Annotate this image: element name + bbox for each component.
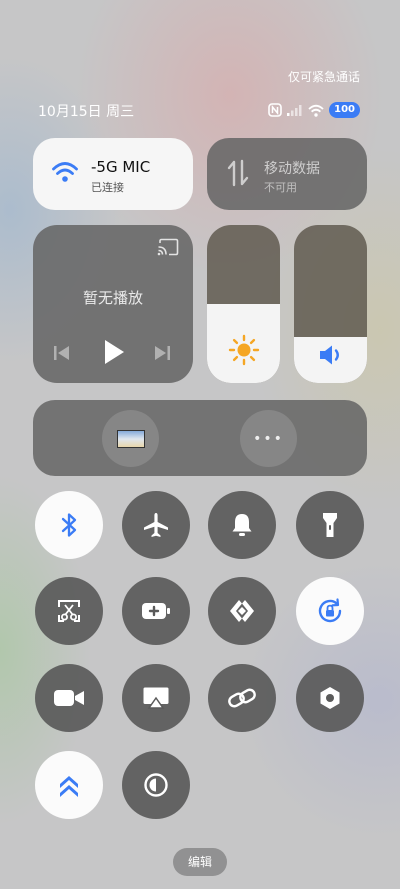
signal-icon bbox=[287, 105, 302, 116]
cast-icon[interactable] bbox=[157, 238, 179, 256]
more-devices-button[interactable]: ••• bbox=[240, 410, 297, 467]
flashlight-icon bbox=[321, 511, 339, 539]
nfc-icon bbox=[268, 103, 282, 117]
mobile-data-label: 移动数据 bbox=[264, 161, 320, 177]
airplane-toggle[interactable] bbox=[122, 491, 190, 559]
double-chevron-up-icon bbox=[56, 772, 82, 798]
volume-slider[interactable] bbox=[294, 225, 367, 383]
bluetooth-icon bbox=[59, 512, 79, 538]
screenshot-icon bbox=[56, 598, 82, 624]
next-track-icon[interactable] bbox=[153, 344, 171, 362]
dark-mode-icon bbox=[143, 772, 169, 798]
wifi-icon bbox=[308, 104, 324, 117]
mobile-data-status: 不可用 bbox=[264, 181, 297, 194]
emergency-calls-only-text: 仅可紧急通话 bbox=[287, 70, 360, 84]
settings-hex-toggle[interactable] bbox=[296, 664, 364, 732]
edit-button[interactable]: 编辑 bbox=[173, 848, 227, 876]
rotation-lock-toggle[interactable] bbox=[296, 577, 364, 645]
mobile-data-tile[interactable]: 移动数据 不可用 bbox=[207, 138, 367, 210]
now-playing-title: 暂无播放 bbox=[82, 289, 143, 307]
play-icon[interactable] bbox=[102, 338, 126, 366]
battery-saver-toggle[interactable] bbox=[122, 577, 190, 645]
battery-level-badge: 100 bbox=[329, 102, 360, 118]
wifi-tile[interactable]: -5G MIC 已连接 bbox=[33, 138, 193, 210]
media-player-card[interactable]: 暂无播放 bbox=[33, 225, 193, 383]
screen-thumbnail-icon bbox=[117, 430, 145, 448]
wifi-status-text: 已连接 bbox=[91, 181, 124, 194]
mobile-data-arrows-icon bbox=[227, 159, 249, 187]
flashlight-toggle[interactable] bbox=[296, 491, 364, 559]
double-chevron-up-toggle[interactable] bbox=[35, 751, 103, 819]
screen-record-toggle[interactable] bbox=[35, 664, 103, 732]
status-icons: 100 bbox=[268, 101, 360, 119]
sun-icon bbox=[228, 334, 259, 366]
airplane-icon bbox=[142, 511, 170, 539]
nearby-share-icon bbox=[228, 598, 256, 624]
dark-mode-toggle[interactable] bbox=[122, 751, 190, 819]
device-control-bar: ••• bbox=[33, 400, 367, 476]
bell-icon bbox=[230, 512, 254, 538]
bluetooth-toggle[interactable] bbox=[35, 491, 103, 559]
date-label: 10月15日 周三 bbox=[38, 104, 135, 120]
screen-cast-toggle[interactable] bbox=[122, 664, 190, 732]
screenshot-toggle[interactable] bbox=[35, 577, 103, 645]
settings-hex-icon bbox=[318, 685, 342, 711]
wifi-icon bbox=[52, 162, 78, 182]
screen-record-icon bbox=[53, 687, 85, 709]
battery-saver-icon bbox=[141, 601, 171, 621]
bell-toggle[interactable] bbox=[208, 491, 276, 559]
link-icon bbox=[227, 686, 257, 710]
ellipsis-icon: ••• bbox=[253, 431, 284, 447]
previous-track-icon[interactable] bbox=[53, 344, 71, 362]
nearby-share-toggle[interactable] bbox=[208, 577, 276, 645]
rotation-lock-icon bbox=[316, 597, 344, 625]
screen-mirror-button[interactable] bbox=[102, 410, 159, 467]
speaker-icon bbox=[319, 345, 339, 365]
link-toggle[interactable] bbox=[208, 664, 276, 732]
wifi-network-name: -5G MIC bbox=[91, 158, 151, 176]
screen-cast-icon bbox=[142, 685, 170, 711]
brightness-slider[interactable] bbox=[207, 225, 280, 383]
